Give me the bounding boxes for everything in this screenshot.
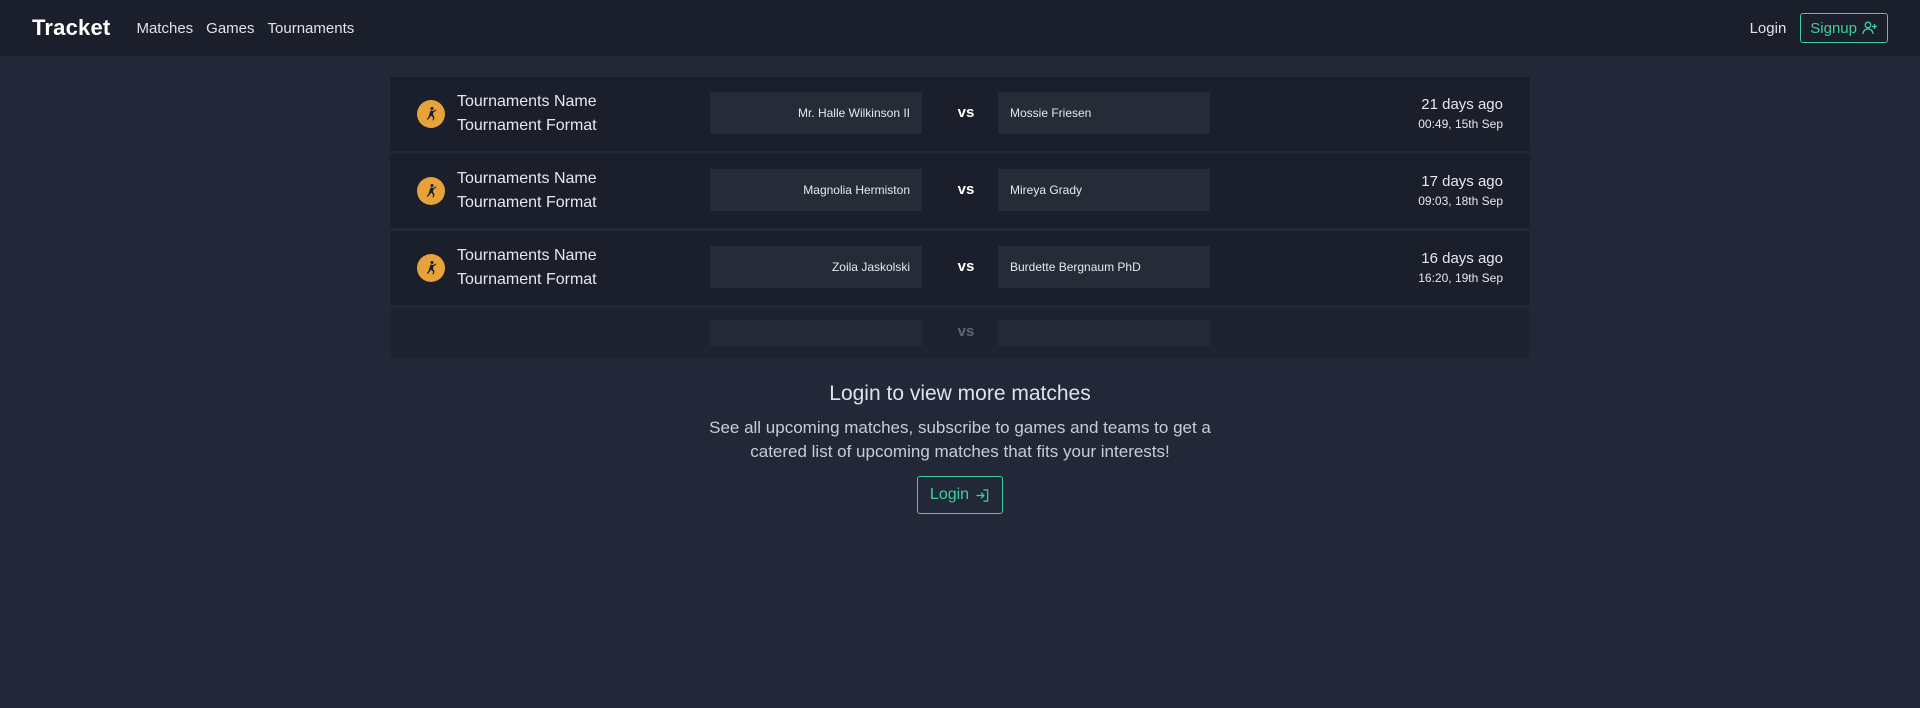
team-a[interactable]: Magnolia Hermiston [710, 169, 922, 211]
match-date: 09:03, 18th Sep [1418, 194, 1503, 208]
tournament-format: Tournament Format [457, 194, 597, 211]
vs-label: vs [957, 258, 975, 275]
cta-login-label: Login [929, 486, 970, 503]
login-link[interactable]: Login [1750, 20, 1787, 37]
time-ago: 21 days ago [1421, 96, 1503, 113]
counter-strike-icon [417, 254, 445, 282]
match-date: 00:49, 15th Sep [1418, 117, 1503, 131]
cta-text-line2: catered list of upcoming matches that fi… [750, 442, 1170, 461]
team-a-placeholder [710, 320, 922, 346]
match-time: 17 days ago 09:03, 18th Sep [1418, 172, 1503, 210]
match-row[interactable]: Tournaments Name Tournament Format Magno… [390, 154, 1530, 228]
match-time: 16 days ago 16:20, 19th Sep [1418, 249, 1503, 287]
time-ago: 17 days ago [1421, 173, 1503, 190]
login-cta: Login to view more matches See all upcom… [0, 382, 1920, 514]
match-row[interactable]: Tournaments Name Tournament Format Mr. H… [390, 77, 1530, 151]
match-row[interactable]: Tournaments Name Tournament Format Zoila… [390, 231, 1530, 305]
time-ago: 16 days ago [1421, 250, 1503, 267]
nav-link-games[interactable]: Games [206, 20, 254, 37]
team-a[interactable]: Mr. Halle Wilkinson II [710, 92, 922, 134]
locked-match-placeholder: vs [390, 308, 1530, 358]
user-plus-icon [1862, 21, 1877, 35]
match-date: 16:20, 19th Sep [1418, 271, 1503, 285]
counter-strike-icon [417, 100, 445, 128]
navbar: Tracket Matches Games Tournaments Login … [0, 0, 1920, 56]
match-list: Tournaments Name Tournament Format Mr. H… [390, 77, 1530, 361]
vs-label: vs [957, 181, 975, 198]
signup-label: Signup [1810, 19, 1857, 37]
team-a[interactable]: Zoila Jaskolski [710, 246, 922, 288]
cta-login-button[interactable]: Login [916, 476, 1004, 514]
signup-button[interactable]: Signup [1800, 13, 1888, 43]
nav-right: Login Signup [1750, 13, 1888, 43]
nav-link-tournaments[interactable]: Tournaments [268, 20, 355, 37]
tournament-format: Tournament Format [457, 117, 597, 134]
tournament-name: Tournaments Name [457, 93, 597, 110]
nav-left: Tracket Matches Games Tournaments [32, 15, 367, 41]
team-b[interactable]: Burdette Bergnaum PhD [998, 246, 1210, 288]
nav-link-matches[interactable]: Matches [136, 20, 193, 37]
tournament-info: Tournaments Name Tournament Format [457, 167, 597, 215]
brand-logo[interactable]: Tracket [32, 15, 110, 41]
team-b[interactable]: Mireya Grady [998, 169, 1210, 211]
vs-label: vs [957, 323, 975, 340]
tournament-name: Tournaments Name [457, 247, 597, 264]
team-b-placeholder [998, 320, 1210, 346]
login-arrow-icon [976, 488, 989, 502]
match-time: 21 days ago 00:49, 15th Sep [1418, 95, 1503, 133]
tournament-info: Tournaments Name Tournament Format [457, 90, 597, 138]
cta-text-line1: See all upcoming matches, subscribe to g… [709, 418, 1211, 437]
tournament-info: Tournaments Name Tournament Format [457, 244, 597, 292]
counter-strike-icon [417, 177, 445, 205]
tournament-name: Tournaments Name [457, 170, 597, 187]
tournament-format: Tournament Format [457, 271, 597, 288]
cta-title: Login to view more matches [829, 382, 1091, 405]
vs-label: vs [957, 104, 975, 121]
team-b[interactable]: Mossie Friesen [998, 92, 1210, 134]
